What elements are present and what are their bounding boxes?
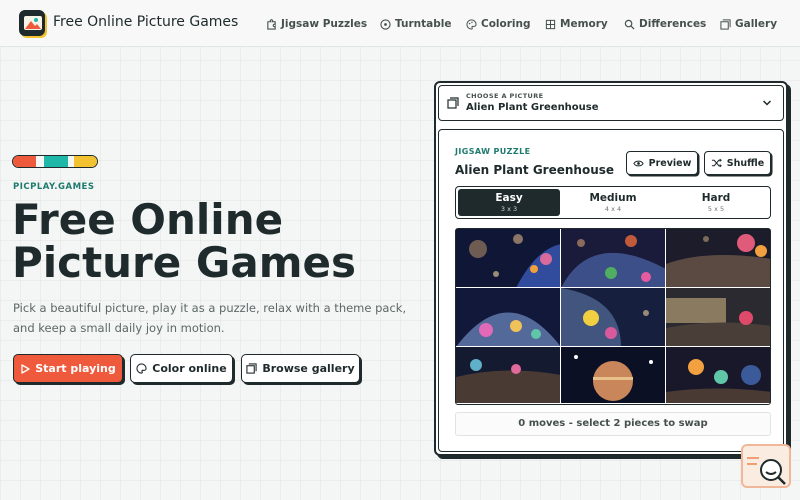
- move-status: 0 moves - select 2 pieces to swap: [455, 412, 771, 436]
- puzzle-piece-image: [666, 347, 770, 403]
- puzzle-piece-image: [456, 288, 560, 346]
- shuffle-label: Shuffle: [726, 157, 765, 169]
- preview-label: Preview: [648, 157, 692, 169]
- puzzle-board: [455, 228, 771, 405]
- difficulty-medium[interactable]: Medium 4 x 4: [562, 189, 664, 216]
- start-playing-label: Start playing: [35, 362, 116, 375]
- help-search-widget[interactable]: [741, 444, 791, 488]
- stripe-segment: [13, 156, 37, 167]
- nav-label: Jigsaw Puzzles: [281, 18, 368, 30]
- nav-label: Turntable: [395, 18, 452, 30]
- nav-jigsaw-puzzles[interactable]: Jigsaw Puzzles: [266, 16, 367, 32]
- grid-icon: [545, 19, 556, 29]
- chevron-down-icon: [762, 100, 772, 106]
- picker-value: Alien Plant Greenhouse: [466, 102, 599, 113]
- puzzle-piece[interactable]: [561, 229, 666, 288]
- turntable-icon: [380, 18, 391, 30]
- browse-gallery-button[interactable]: Browse gallery: [241, 354, 360, 383]
- puzzle-piece-image: [561, 288, 665, 346]
- play-icon: [21, 363, 30, 374]
- stripe-segment: [36, 156, 45, 167]
- puzzle-piece-image: [561, 347, 665, 403]
- difficulty-hard[interactable]: Hard 5 x 5: [665, 189, 767, 216]
- difficulty-grid: 4 x 4: [604, 205, 622, 213]
- stripe-segment: [73, 156, 97, 167]
- color-online-button[interactable]: Color online: [130, 354, 233, 383]
- jigsaw-game-card: JIGSAW PUZZLE Alien Plant Greenhouse Pre…: [438, 129, 784, 452]
- browse-gallery-label: Browse gallery: [262, 362, 355, 375]
- nav-label: Gallery: [735, 18, 778, 30]
- puzzle-piece[interactable]: [456, 288, 561, 347]
- site-header: Free Online Picture Games Jigsaw Puzzles…: [0, 0, 800, 47]
- nav-label: Coloring: [481, 18, 531, 30]
- gallery-icon: [447, 97, 459, 109]
- preview-button[interactable]: Preview: [626, 151, 698, 175]
- nav-label: Differences: [639, 18, 707, 30]
- difficulty-label: Hard: [701, 192, 731, 204]
- puzzle-piece[interactable]: [561, 288, 666, 347]
- difficulty-grid: 3 x 3: [500, 205, 518, 213]
- picker-label: CHOOSE A PICTURE: [466, 92, 544, 100]
- hero-eyebrow: PICPLAY.GAMES: [13, 182, 95, 192]
- hero-title-line: Free Online: [12, 195, 284, 244]
- difficulty-selector: Easy 3 x 3 Medium 4 x 4 Hard 5 x 5: [455, 186, 771, 219]
- search-icon: [624, 19, 635, 30]
- site-logo[interactable]: [19, 10, 45, 36]
- stripe-segment: [44, 156, 68, 167]
- puzzle-piece[interactable]: [456, 347, 561, 404]
- difficulty-label: Easy: [495, 192, 523, 204]
- shuffle-button[interactable]: Shuffle: [704, 151, 771, 175]
- color-online-label: Color online: [152, 362, 227, 375]
- difficulty-label: Medium: [589, 192, 637, 204]
- puzzle-piece[interactable]: [666, 288, 770, 347]
- game-title: Alien Plant Greenhouse: [455, 163, 615, 177]
- puzzle-piece-image: [561, 229, 665, 287]
- game-eyebrow: JIGSAW PUZZLE: [455, 147, 531, 156]
- shuffle-icon: [711, 158, 722, 168]
- nav-label: Memory: [560, 18, 608, 30]
- start-playing-button[interactable]: Start playing: [13, 354, 123, 383]
- search-icon: [747, 457, 786, 485]
- puzzle-piece-image: [666, 288, 770, 346]
- logo-picture-icon: [24, 16, 42, 30]
- hero-subtitle: Pick a beautiful picture, play it as a p…: [13, 301, 407, 335]
- puzzle-piece[interactable]: [666, 229, 770, 288]
- brand-name[interactable]: Free Online Picture Games: [53, 14, 238, 30]
- palette-icon: [136, 363, 147, 374]
- palette-icon: [466, 18, 477, 30]
- eye-icon: [632, 160, 644, 166]
- puzzle-piece[interactable]: [456, 229, 561, 288]
- color-stripe-decoration: [12, 155, 98, 168]
- puzzle-piece[interactable]: [666, 347, 770, 404]
- puzzle-piece-image: [456, 347, 560, 403]
- puzzle-piece-image: [666, 229, 770, 287]
- nav-memory[interactable]: Memory: [545, 16, 608, 32]
- nav-gallery[interactable]: Gallery: [720, 16, 777, 32]
- nav-coloring[interactable]: Coloring: [466, 16, 531, 32]
- nav-differences[interactable]: Differences: [624, 16, 706, 32]
- difficulty-easy[interactable]: Easy 3 x 3: [458, 189, 560, 216]
- puzzle-piece[interactable]: [561, 347, 666, 404]
- difficulty-grid: 5 x 5: [707, 205, 725, 213]
- game-panel: CHOOSE A PICTURE Alien Plant Greenhouse …: [434, 81, 788, 456]
- puzzle-icon: [267, 18, 276, 30]
- picture-picker[interactable]: CHOOSE A PICTURE Alien Plant Greenhouse: [438, 85, 784, 121]
- gallery-icon: [246, 363, 257, 374]
- gallery-icon: [720, 18, 731, 30]
- nav-turntable[interactable]: Turntable: [380, 16, 451, 32]
- puzzle-piece-image: [456, 229, 560, 287]
- hero-title: Free Online Picture Games: [12, 198, 432, 284]
- hero-title-line: Picture Games: [12, 238, 356, 287]
